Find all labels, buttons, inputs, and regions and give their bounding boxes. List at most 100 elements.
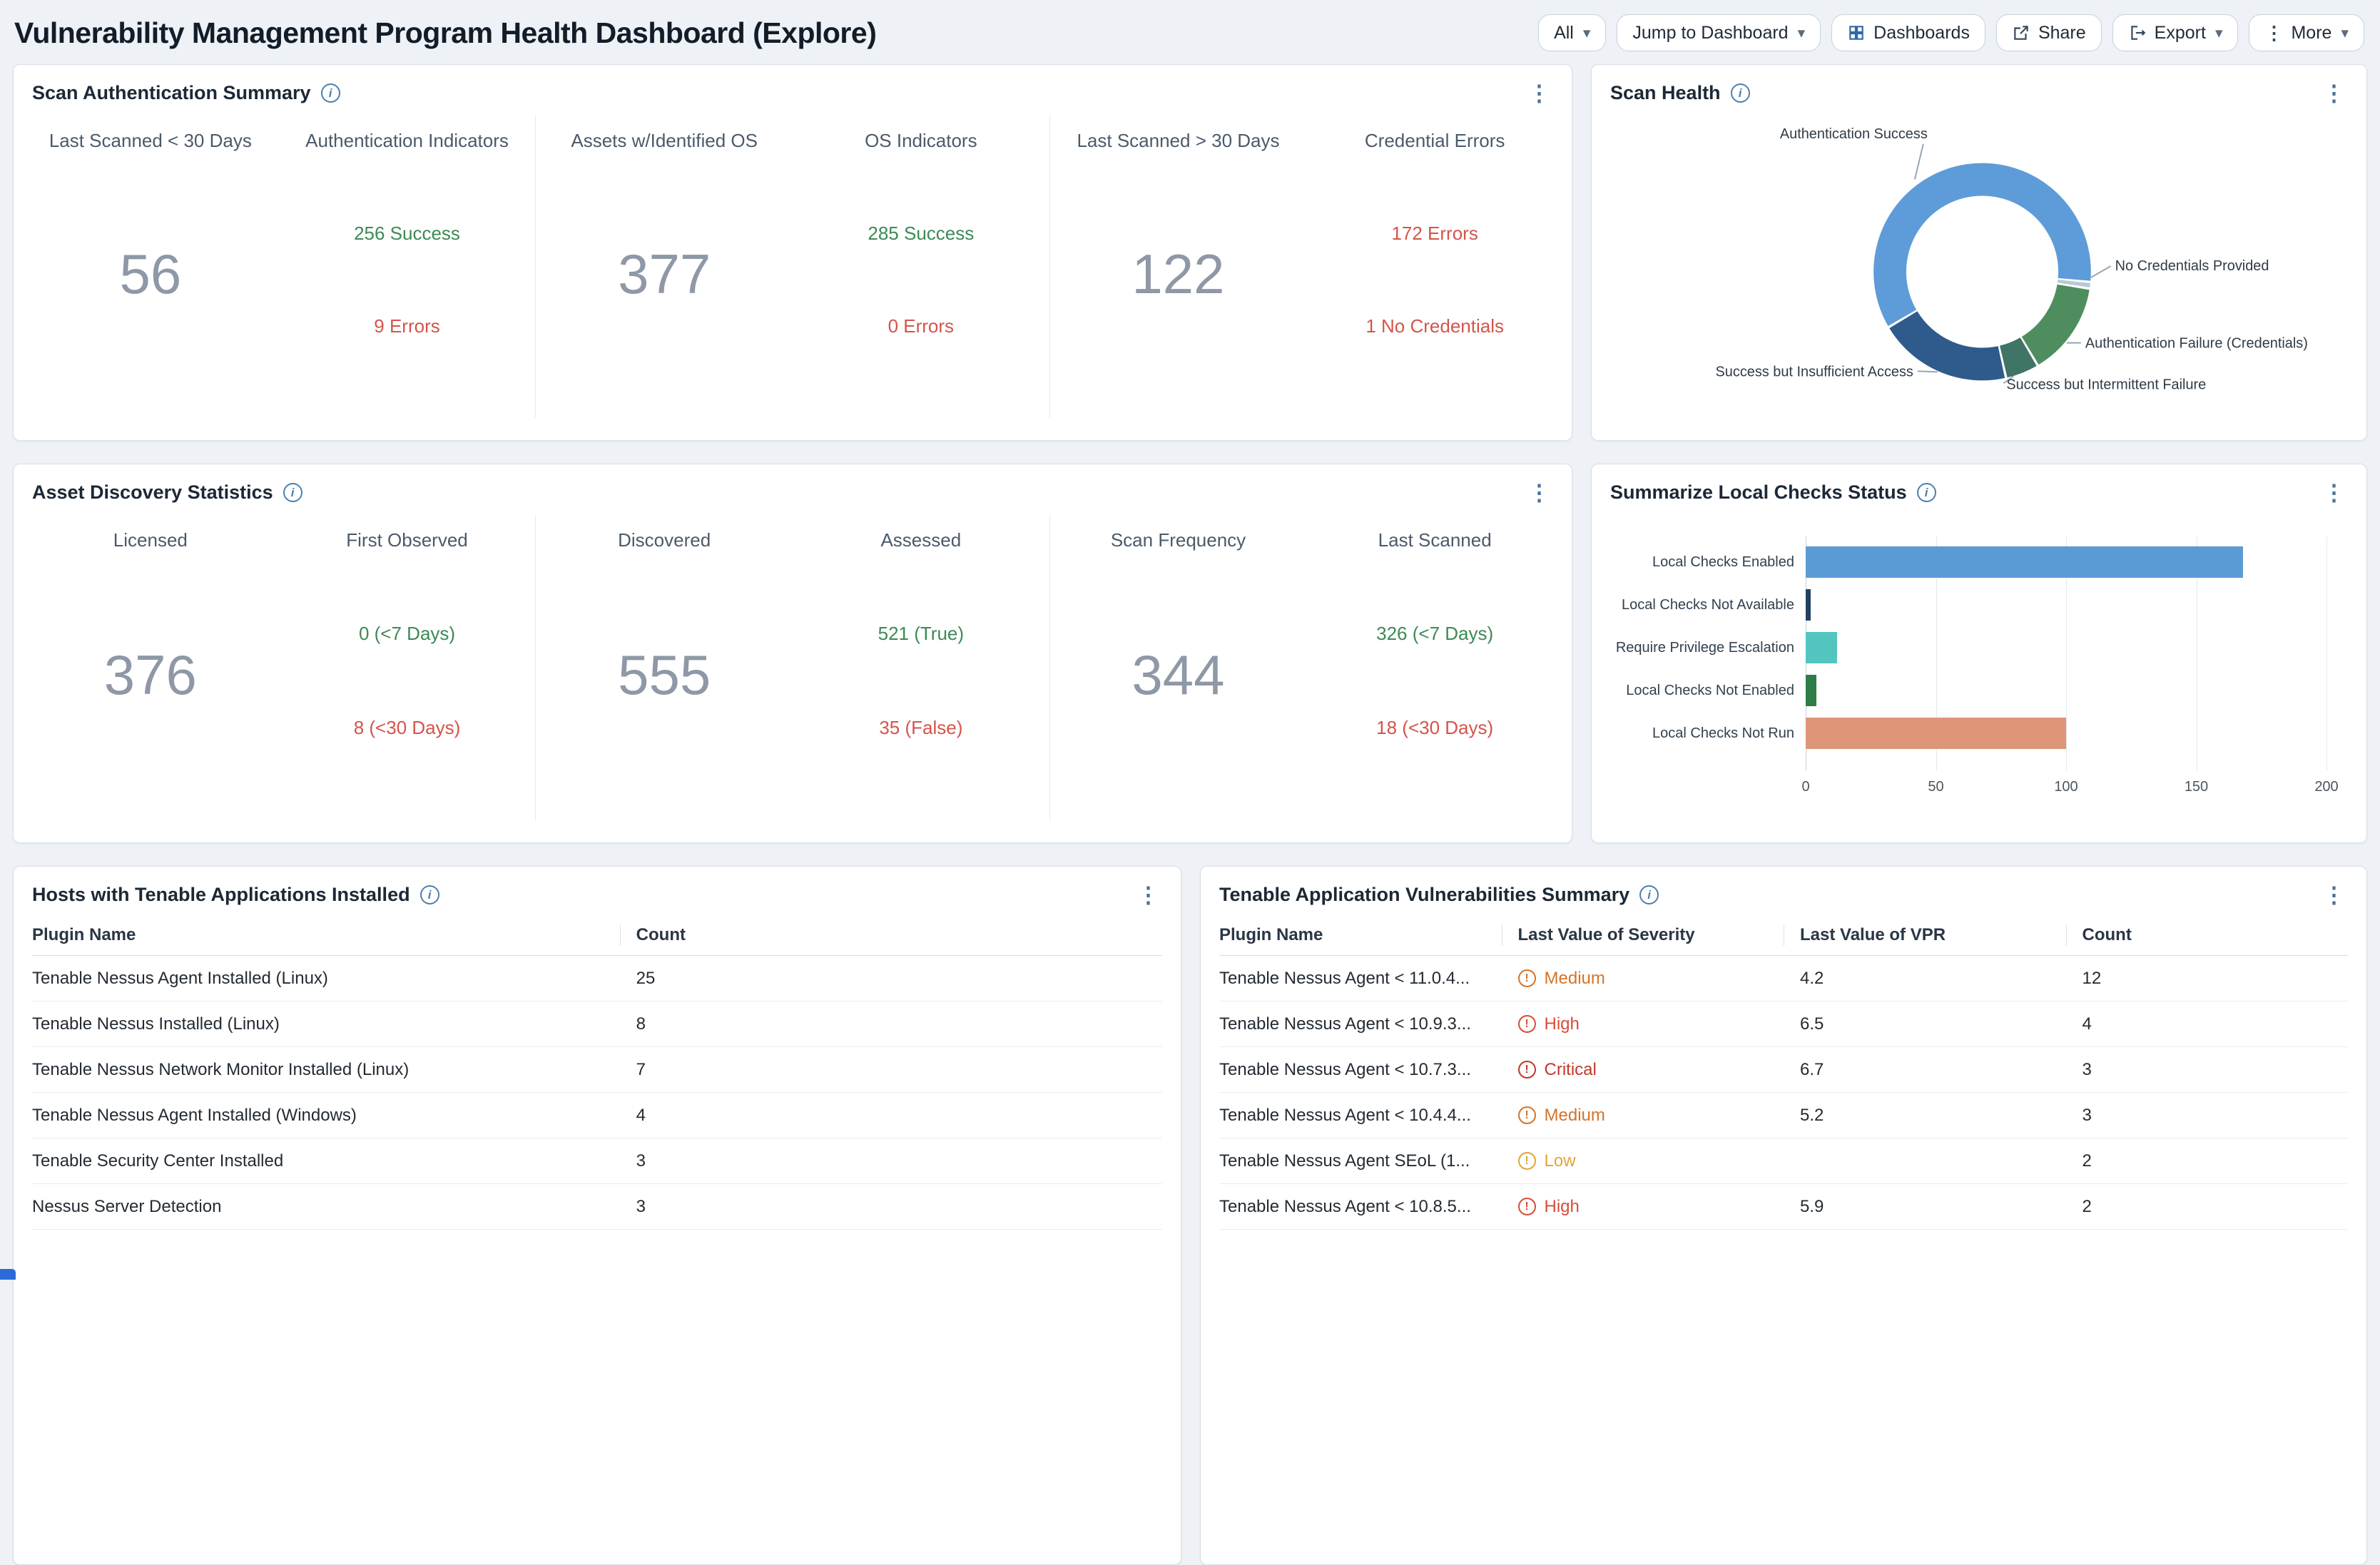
table-row[interactable]: Tenable Nessus Agent Installed (Linux) 2… bbox=[32, 956, 1162, 1001]
table-header-row: Plugin Name Last Value of Severity Last … bbox=[1219, 914, 2348, 956]
panel-scan-health: Scan Health bbox=[1591, 64, 2367, 441]
stat-error-line: 9 Errors bbox=[354, 315, 460, 337]
stat-value: 344 bbox=[1131, 643, 1224, 708]
info-icon[interactable] bbox=[1639, 885, 1659, 904]
severity-badge: High bbox=[1518, 1014, 1784, 1034]
info-icon[interactable] bbox=[283, 483, 302, 502]
table-row[interactable]: Tenable Nessus Agent Installed (Windows)… bbox=[32, 1093, 1162, 1138]
table-header-row: Plugin Name Count bbox=[32, 914, 1162, 956]
stat-os-indicators: OS Indicators 285 Success 0 Errors bbox=[793, 116, 1049, 418]
table-row[interactable]: Tenable Nessus Agent < 11.0.4... Medium … bbox=[1219, 956, 2348, 1001]
share-label: Share bbox=[2038, 23, 2086, 44]
stat-error-line: 8 (<30 Days) bbox=[354, 717, 461, 739]
stat-last-scanned: Last Scanned 326 (<7 Days) 18 (<30 Days) bbox=[1306, 515, 1563, 820]
app-header: Vulnerability Management Program Health … bbox=[0, 0, 2380, 64]
stat-first-observed: First Observed 0 (<7 Days) 8 (<30 Days) bbox=[279, 515, 536, 820]
stat-error-line: 0 Errors bbox=[868, 315, 974, 337]
col-header-plugin-name: Plugin Name bbox=[32, 924, 620, 946]
stat-success-line: 521 (True) bbox=[878, 623, 964, 645]
scroll-corner-indicator bbox=[0, 1269, 16, 1280]
severity-badge: Medium bbox=[1518, 1106, 1784, 1126]
jump-to-dashboard-label: Jump to Dashboard bbox=[1632, 23, 1788, 44]
info-icon[interactable] bbox=[321, 83, 340, 103]
panel-title: Summarize Local Checks Status bbox=[1610, 481, 1907, 504]
table-row[interactable]: Tenable Nessus Agent < 10.8.5... High 5.… bbox=[1219, 1184, 2348, 1230]
x-axis-ticks: 0 50 100 150 200 bbox=[1806, 779, 2326, 800]
donut-label-insufficient-access: Success but Insufficient Access bbox=[1716, 364, 1913, 379]
donut-segments bbox=[1856, 146, 2109, 398]
panel-asset-discovery-statistics: Asset Discovery Statistics Licensed 376 … bbox=[13, 464, 1572, 843]
gridline bbox=[2326, 536, 2327, 770]
stat-last-scanned-lt30: Last Scanned < 30 Days 56 bbox=[22, 116, 279, 418]
panel-hosts-with-tenable-applications: Hosts with Tenable Applications Installe… bbox=[13, 866, 1181, 1565]
export-icon bbox=[2128, 24, 2147, 42]
table-row[interactable]: Tenable Nessus Agent SEoL (1... Low 2 bbox=[1219, 1138, 2348, 1184]
dashboards-button[interactable]: Dashboards bbox=[1831, 14, 1985, 51]
stat-value: 376 bbox=[104, 643, 197, 708]
bar-local-checks-not-enabled bbox=[1806, 675, 1816, 706]
info-icon[interactable] bbox=[1731, 83, 1750, 103]
asset-discovery-stats: Licensed 376 First Observed 0 (<7 Days) … bbox=[14, 508, 1572, 840]
panel-menu-kebab-icon[interactable] bbox=[2320, 481, 2348, 504]
stat-assessed: Assessed 521 (True) 35 (False) bbox=[793, 515, 1049, 820]
scan-health-donut-chart: Authentication Success No Credentials Pr… bbox=[1592, 108, 2366, 438]
info-icon[interactable] bbox=[1917, 483, 1936, 502]
table-row[interactable]: Tenable Nessus Network Monitor Installed… bbox=[32, 1047, 1162, 1093]
stat-assets-identified-os: Assets w/Identified OS 377 bbox=[536, 116, 793, 418]
col-header-vpr: Last Value of VPR bbox=[1784, 924, 2066, 946]
stat-licensed: Licensed 376 bbox=[22, 515, 279, 820]
severity-badge: Medium bbox=[1518, 969, 1784, 989]
stat-success-line: 0 (<7 Days) bbox=[354, 623, 461, 645]
local-checks-bar-chart: Local Checks Enabled Local Checks Not Av… bbox=[1592, 508, 2366, 840]
more-kebab-icon bbox=[2264, 22, 2283, 44]
panel-menu-kebab-icon[interactable] bbox=[1134, 884, 1162, 906]
severity-icon bbox=[1518, 969, 1536, 987]
col-header-severity: Last Value of Severity bbox=[1502, 924, 1784, 946]
panel-menu-kebab-icon[interactable] bbox=[2320, 82, 2348, 104]
export-dropdown[interactable]: Export bbox=[2112, 14, 2239, 51]
col-header-count: Count bbox=[2066, 924, 2349, 946]
stat-error-line: 35 (False) bbox=[878, 717, 964, 739]
stat-credential-errors: Credential Errors 172 Errors 1 No Creden… bbox=[1306, 116, 1563, 418]
table-row[interactable]: Tenable Nessus Installed (Linux) 8 bbox=[32, 1001, 1162, 1047]
info-icon[interactable] bbox=[420, 885, 439, 904]
table-row[interactable]: Tenable Nessus Agent < 10.7.3... Critica… bbox=[1219, 1047, 2348, 1093]
bar-local-checks-not-available bbox=[1806, 589, 1811, 621]
header-actions: All Jump to Dashboard Dashboards Share E… bbox=[1538, 14, 2364, 51]
dashboards-label: Dashboards bbox=[1873, 23, 1970, 44]
severity-icon bbox=[1518, 1106, 1536, 1124]
donut-label-authentication-success: Authentication Success bbox=[1780, 126, 1928, 142]
stat-discovered: Discovered 555 bbox=[536, 515, 793, 820]
stat-value: 56 bbox=[119, 242, 181, 307]
table-row[interactable]: Tenable Nessus Agent < 10.4.4... Medium … bbox=[1219, 1093, 2348, 1138]
panel-menu-kebab-icon[interactable] bbox=[2320, 884, 2348, 906]
export-label: Export bbox=[2155, 23, 2206, 44]
col-header-plugin-name: Plugin Name bbox=[1219, 924, 1502, 946]
jump-to-dashboard-dropdown[interactable]: Jump to Dashboard bbox=[1617, 14, 1821, 51]
panel-scan-authentication-summary: Scan Authentication Summary Last Scanned… bbox=[13, 64, 1572, 441]
stat-authentication-indicators: Authentication Indicators 256 Success 9 … bbox=[279, 116, 536, 418]
stat-value: 555 bbox=[618, 643, 711, 708]
panel-tenable-application-vulnerabilities: Tenable Application Vulnerabilities Summ… bbox=[1200, 866, 2367, 1565]
more-dropdown[interactable]: More bbox=[2249, 14, 2364, 51]
share-icon bbox=[2012, 24, 2030, 42]
donut-label-auth-failure-credentials: Authentication Failure (Credentials) bbox=[2085, 336, 2308, 352]
share-button[interactable]: Share bbox=[1996, 14, 2102, 51]
severity-badge: Low bbox=[1518, 1151, 1784, 1171]
stat-success-line: 256 Success bbox=[354, 223, 460, 245]
all-filter-dropdown[interactable]: All bbox=[1538, 14, 1606, 51]
stat-error-line: 172 Errors bbox=[1366, 223, 1504, 245]
panel-title: Scan Authentication Summary bbox=[32, 82, 311, 104]
bar-category-labels: Local Checks Enabled Local Checks Not Av… bbox=[1613, 541, 1806, 840]
severity-badge: Critical bbox=[1518, 1060, 1784, 1080]
severity-icon bbox=[1518, 1198, 1536, 1215]
table-row[interactable]: Tenable Security Center Installed 3 bbox=[32, 1138, 1162, 1184]
vulnerabilities-table: Plugin Name Last Value of Severity Last … bbox=[1201, 910, 2366, 1230]
panel-menu-kebab-icon[interactable] bbox=[1525, 82, 1553, 104]
table-row[interactable]: Tenable Nessus Agent < 10.9.3... High 6.… bbox=[1219, 1001, 2348, 1047]
stat-last-scanned-gt30: Last Scanned > 30 Days 122 bbox=[1050, 116, 1307, 418]
severity-icon bbox=[1518, 1152, 1536, 1170]
bar-plot-area: 0 50 100 150 200 bbox=[1806, 541, 2326, 755]
table-row[interactable]: Nessus Server Detection 3 bbox=[32, 1184, 1162, 1230]
panel-menu-kebab-icon[interactable] bbox=[1525, 481, 1553, 504]
